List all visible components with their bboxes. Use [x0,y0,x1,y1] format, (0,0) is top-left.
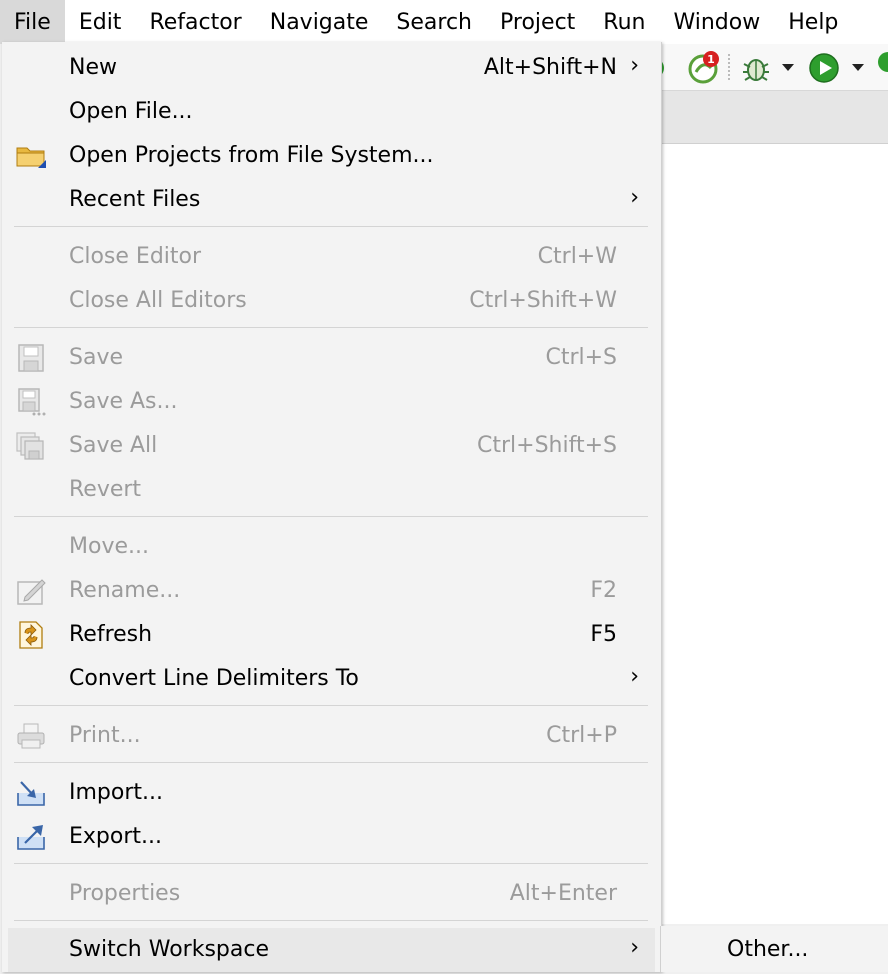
menu-navigate[interactable]: Navigate [256,0,383,44]
menu-item-accelerator: Ctrl+W [537,244,617,269]
menu-separator [14,762,648,763]
menu-item-label: Close All Editors [69,288,247,313]
toolbar: 1 [654,44,888,91]
menu-window[interactable]: Window [659,0,774,44]
menu-separator [14,920,648,921]
menu-item-accelerator: Alt+Enter [509,881,617,906]
menu-item-label: Switch Workspace [69,937,269,962]
menu-item-accelerator: Ctrl+Shift+W [469,288,617,313]
menu-item-open-file[interactable]: Open File... [2,90,661,134]
menu-separator [14,863,648,864]
svg-text:1: 1 [707,53,715,66]
menu-item-accelerator: F2 [590,578,617,603]
menu-item-accelerator: Ctrl+P [546,723,617,748]
menu-item-export[interactable]: Export... [2,815,661,859]
menubar: File Edit Refactor Navigate Search Proje… [0,0,888,44]
editor-tab-strip [660,91,888,144]
menu-separator [14,516,648,517]
menu-run[interactable]: Run [589,0,659,44]
menu-refactor[interactable]: Refactor [135,0,255,44]
submenu-arrow-icon: › [630,185,639,210]
menu-item-recent-files[interactable]: Recent Files › [2,178,661,222]
menu-edit[interactable]: Edit [65,0,136,44]
menu-item-label: Print... [69,723,141,748]
menu-item-close-all-editors[interactable]: Close All Editors Ctrl+Shift+W [2,279,661,323]
menu-item-move[interactable]: Move... [2,525,661,569]
menu-item-close-editor[interactable]: Close Editor Ctrl+W [2,235,661,279]
menu-item-accelerator: Alt+Shift+N [483,55,617,80]
menu-search[interactable]: Search [382,0,486,44]
menu-item-label: Refresh [69,622,153,647]
menu-item-label: Properties [69,881,181,906]
folder-icon [16,147,46,168]
menu-item-rename[interactable]: Rename... F2 [2,569,661,613]
menu-item-label: New [69,55,117,80]
menu-item-label: Convert Line Delimiters To [69,666,359,691]
menu-help[interactable]: Help [774,0,852,44]
file-menu: New Alt+Shift+N › Open File... Open Proj… [2,42,662,972]
menu-item-label: Import... [69,780,163,805]
save-all-icon [16,432,44,460]
menu-item-accelerator: Ctrl+Shift+S [477,433,617,458]
submenu-arrow-icon: › [630,935,639,960]
menu-item-label: Save [69,345,124,370]
menu-item-label: Export... [69,824,162,849]
import-icon [17,781,45,806]
switch-workspace-submenu: Other... [660,926,888,972]
menu-project[interactable]: Project [486,0,589,44]
menu-item-new[interactable]: New Alt+Shift+N › [2,46,661,90]
submenu-arrow-icon: › [630,53,639,78]
menu-separator [14,327,648,328]
menu-item-accelerator: F5 [590,622,617,647]
editor-area [660,144,888,924]
debug-dropdown-icon[interactable] [782,64,794,71]
menu-item-import[interactable]: Import... [2,771,661,815]
menu-file[interactable]: File [0,0,65,44]
menu-item-open-projects[interactable]: Open Projects from File System... [2,134,661,178]
menu-item-accelerator: Ctrl+S [545,345,617,370]
menu-item-refresh[interactable]: Refresh F5 [2,613,661,657]
menu-item-label: Revert [69,477,142,502]
spring-icon[interactable]: 1 [686,50,722,84]
save-icon [18,344,44,372]
menu-item-save-all[interactable]: Save All Ctrl+Shift+S [2,424,661,468]
export-icon [17,825,45,850]
submenu-item-other[interactable]: Other... [727,926,808,974]
menu-item-label: Move... [69,534,149,559]
menu-item-print[interactable]: Print... Ctrl+P [2,714,661,758]
print-icon [17,723,45,749]
menu-item-revert[interactable]: Revert [2,468,661,512]
menu-item-label: Open Projects from File System... [69,143,434,168]
refresh-icon [19,621,43,649]
menu-separator [14,705,648,706]
menu-item-save[interactable]: Save Ctrl+S [2,336,661,380]
run-icon[interactable] [808,52,840,84]
submenu-arrow-icon: › [630,664,639,689]
menu-item-switch-workspace[interactable]: Switch Workspace › [8,928,655,972]
menu-item-label: Recent Files [69,187,201,212]
menu-item-properties[interactable]: Properties Alt+Enter [2,872,661,916]
save-as-icon [18,388,46,416]
debug-icon[interactable] [740,52,772,84]
menu-item-label: Rename... [69,578,181,603]
menu-item-convert-line-delimiters[interactable]: Convert Line Delimiters To › [2,657,661,701]
menu-separator [14,226,648,227]
menu-item-save-as[interactable]: Save As... [2,380,661,424]
menu-item-label: Open File... [69,99,193,124]
coverage-partial-icon[interactable] [876,50,888,74]
menu-item-label: Save As... [69,389,178,414]
menu-item-label: Save All [69,433,158,458]
menu-item-label: Close Editor [69,244,202,269]
run-dropdown-icon[interactable] [852,64,864,71]
rename-icon [17,579,46,605]
